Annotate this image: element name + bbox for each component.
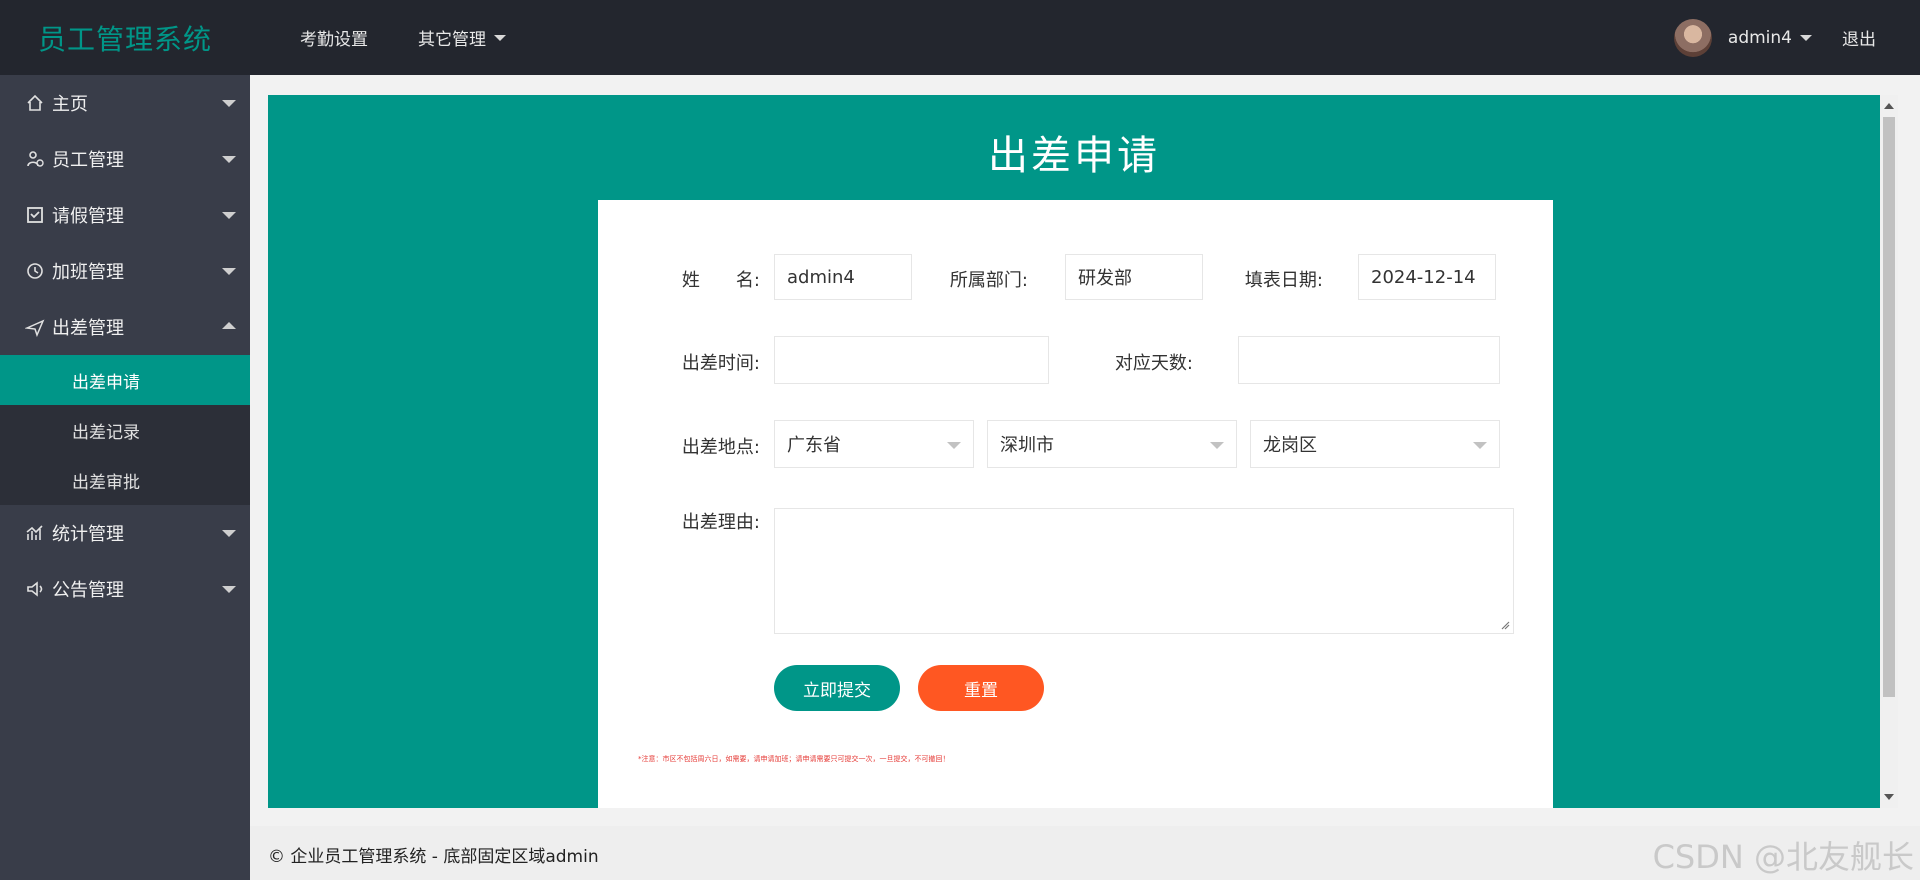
nav-label: 其它管理 xyxy=(418,30,486,50)
sidebar-item-staff[interactable]: 员工管理 xyxy=(0,131,250,187)
sidebar-subitem-trip-approval[interactable]: 出差审批 xyxy=(0,455,250,505)
reason-textarea[interactable] xyxy=(774,508,1514,634)
reason-label: 出差理由: xyxy=(681,512,760,533)
sidebar-item-leave[interactable]: 请假管理 xyxy=(0,187,250,243)
username: admin4 xyxy=(1727,27,1792,48)
chevron-down-icon xyxy=(222,156,236,163)
user-area: admin4 退出 xyxy=(1673,0,1876,75)
city-select[interactable]: 深圳市 xyxy=(987,420,1237,468)
scroll-down-icon[interactable] xyxy=(1884,794,1894,800)
sidebar-item-business-trip[interactable]: 出差管理 xyxy=(0,299,250,355)
chevron-down-icon xyxy=(1473,442,1487,449)
chevron-down-icon xyxy=(222,268,236,275)
dept-label: 所属部门: xyxy=(949,270,1028,291)
chevron-up-icon xyxy=(222,322,236,329)
plane-icon xyxy=(24,316,46,338)
name-label: 姓 名: xyxy=(681,270,760,291)
main-scrollbar[interactable] xyxy=(1880,95,1898,808)
trip-time-label: 出差时间: xyxy=(681,353,760,374)
sidebar-item-label: 加班管理 xyxy=(52,262,124,283)
footer: © 企业员工管理系统 - 底部固定区域admin CSDN @北友舰长 xyxy=(250,826,1920,880)
top-nav: 考勤设置 其它管理 xyxy=(300,0,556,75)
sidebar-item-label: 出差管理 xyxy=(52,318,124,339)
chart-icon xyxy=(24,522,46,544)
reset-button[interactable]: 重置 xyxy=(918,665,1044,711)
chevron-down-icon xyxy=(222,100,236,107)
sidebar-subitem-trip-apply[interactable]: 出差申请 xyxy=(0,355,250,405)
sidebar-item-label: 公告管理 xyxy=(52,580,124,601)
province-value: 广东省 xyxy=(787,435,841,456)
days-field[interactable] xyxy=(1238,336,1500,384)
district-value: 龙岗区 xyxy=(1263,435,1317,456)
chevron-down-icon xyxy=(222,212,236,219)
scroll-up-icon[interactable] xyxy=(1884,103,1894,109)
dept-field[interactable]: 研发部 xyxy=(1065,254,1203,300)
city-value: 深圳市 xyxy=(1000,435,1054,456)
nav-other-management[interactable]: 其它管理 xyxy=(418,25,506,50)
top-header: 员工管理系统 考勤设置 其它管理 admin4 退出 xyxy=(0,0,1920,75)
staff-icon xyxy=(24,148,46,170)
leave-icon xyxy=(24,204,46,226)
sidebar-item-overtime[interactable]: 加班管理 xyxy=(0,243,250,299)
avatar[interactable] xyxy=(1673,18,1712,57)
footer-text: © 企业员工管理系统 - 底部固定区域admin xyxy=(268,847,599,867)
date-label: 填表日期: xyxy=(1244,270,1323,291)
sidebar-item-announcement[interactable]: 公告管理 xyxy=(0,561,250,617)
sidebar-item-label: 统计管理 xyxy=(52,524,124,545)
page-title: 出差申请 xyxy=(988,133,1160,179)
main-content: 出差申请 姓 名: admin4 所属部门: 研发部 填表日期: 2024-12… xyxy=(268,95,1880,808)
home-icon xyxy=(24,92,46,114)
trip-time-field[interactable] xyxy=(774,336,1049,384)
overtime-icon xyxy=(24,260,46,282)
district-select[interactable]: 龙岗区 xyxy=(1250,420,1500,468)
chevron-down-icon xyxy=(1210,442,1224,449)
chevron-down-icon xyxy=(222,586,236,593)
name-field[interactable]: admin4 xyxy=(774,254,912,300)
user-menu[interactable]: admin4 xyxy=(1728,28,1812,48)
app-logo[interactable]: 员工管理系统 xyxy=(38,18,212,58)
form-note: *注意：市区不包括周六日，如需要，请申请加班；请申请需要只可提交一次，一旦提交，… xyxy=(638,755,950,763)
sidebar-subitem-trip-records[interactable]: 出差记录 xyxy=(0,405,250,455)
chevron-down-icon xyxy=(947,442,961,449)
province-select[interactable]: 广东省 xyxy=(774,420,974,468)
trip-form: 姓 名: admin4 所属部门: 研发部 填表日期: 2024-12-14 出… xyxy=(598,200,1553,808)
submit-button[interactable]: 立即提交 xyxy=(774,665,900,711)
sidebar-item-label: 员工管理 xyxy=(52,150,124,171)
sidebar-item-label: 请假管理 xyxy=(52,206,124,227)
sidebar-item-statistics[interactable]: 统计管理 xyxy=(0,505,250,561)
nav-label: 考勤设置 xyxy=(300,30,368,50)
submenu-business-trip: 出差申请 出差记录 出差审批 xyxy=(0,355,250,505)
resize-handle-icon[interactable] xyxy=(1500,620,1510,630)
scroll-thumb[interactable] xyxy=(1883,117,1895,697)
place-label: 出差地点: xyxy=(681,437,760,458)
days-label: 对应天数: xyxy=(1114,353,1193,374)
watermark: CSDN @北友舰长 xyxy=(1652,838,1914,876)
chevron-down-icon xyxy=(1800,34,1812,41)
chevron-down-icon xyxy=(222,530,236,537)
sidebar: 主页 员工管理 请假管理 加班管理 出差管理 出差申请 出差记录 出差审批 统计… xyxy=(0,75,250,880)
sidebar-item-label: 主页 xyxy=(52,94,88,115)
logout-link[interactable]: 退出 xyxy=(1842,25,1876,50)
nav-attendance-settings[interactable]: 考勤设置 xyxy=(300,25,368,50)
chevron-down-icon xyxy=(494,34,506,41)
announce-icon xyxy=(24,578,46,600)
sidebar-item-home[interactable]: 主页 xyxy=(0,75,250,131)
date-field[interactable]: 2024-12-14 xyxy=(1358,254,1496,300)
